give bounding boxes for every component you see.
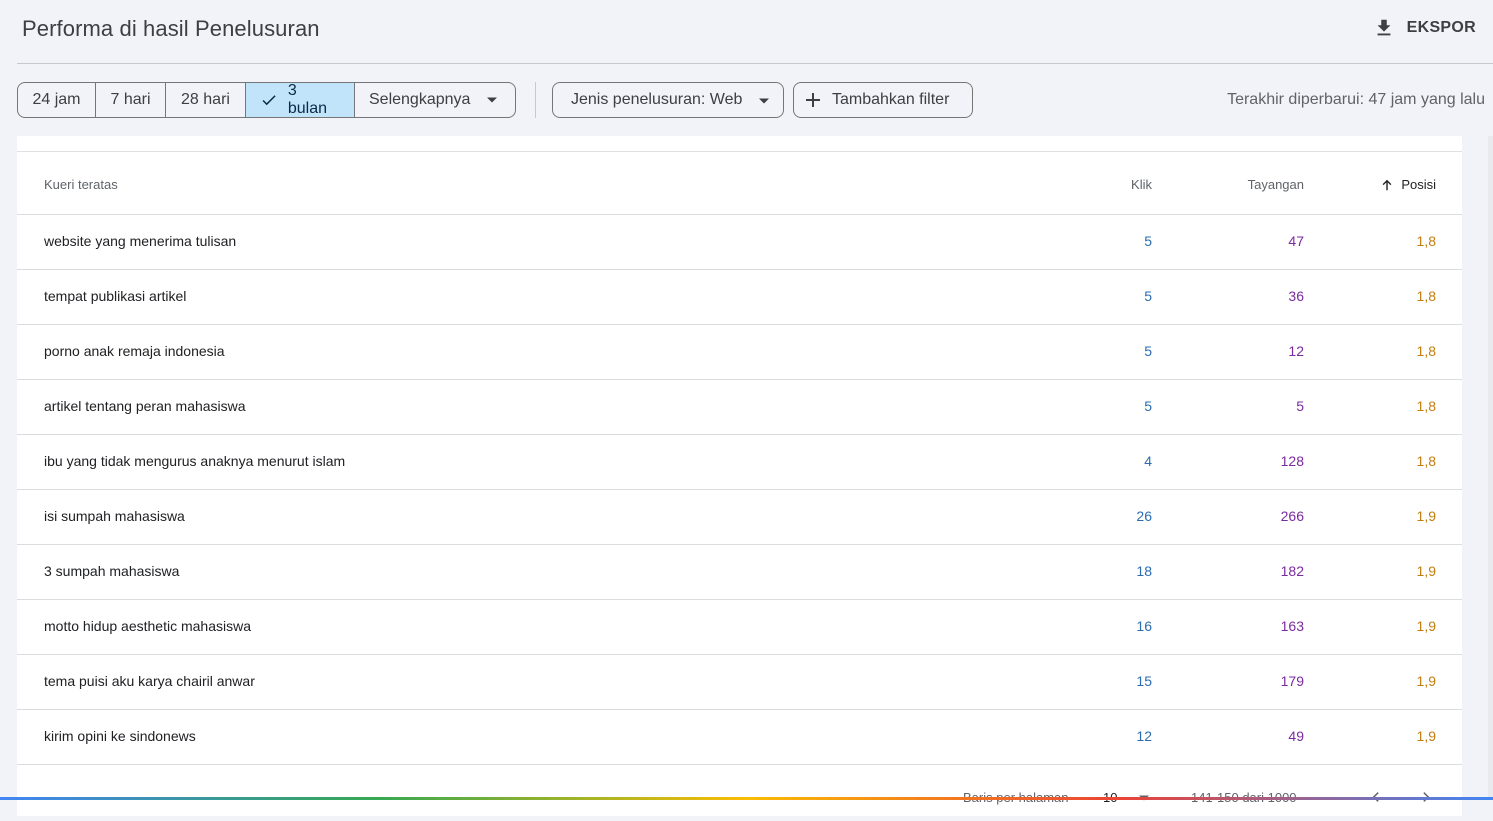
impressions-cell: 182 bbox=[1280, 563, 1304, 579]
position-cell: 1,8 bbox=[1416, 453, 1436, 469]
table-row[interactable]: kirim opini ke sindonews 12 49 1,9 bbox=[17, 710, 1462, 765]
page-title: Performa di hasil Penelusuran bbox=[22, 16, 320, 41]
impressions-cell: 49 bbox=[1288, 728, 1304, 744]
page-header: Performa di hasil Penelusuran EKSPOR bbox=[0, 0, 1493, 63]
clicks-cell: 26 bbox=[1136, 508, 1152, 524]
query-cell: porno anak remaja indonesia bbox=[44, 343, 225, 359]
table-row[interactable]: porno anak remaja indonesia 5 12 1,8 bbox=[17, 325, 1462, 380]
range-24-hours[interactable]: 24 jam bbox=[18, 83, 96, 117]
position-cell: 1,8 bbox=[1416, 288, 1436, 304]
impressions-cell: 5 bbox=[1296, 398, 1304, 414]
add-filter-label: Tambahkan filter bbox=[832, 91, 950, 108]
query-cell: tempat publikasi artikel bbox=[44, 288, 187, 304]
filter-toolbar: 24 jam 7 hari 28 hari 3 bulan Selengkapn… bbox=[17, 82, 1493, 118]
range-label: 7 hari bbox=[110, 91, 151, 108]
table-row[interactable]: tempat publikasi artikel 5 36 1,8 bbox=[17, 270, 1462, 325]
column-header-impressions[interactable]: Tayangan bbox=[1248, 177, 1304, 192]
range-label: 3 bulan bbox=[287, 82, 328, 117]
table-row[interactable]: artikel tentang peran mahasiswa 5 5 1,8 bbox=[17, 380, 1462, 435]
position-cell: 1,9 bbox=[1416, 618, 1436, 634]
impressions-cell: 12 bbox=[1288, 343, 1304, 359]
query-cell: artikel tentang peran mahasiswa bbox=[44, 398, 246, 414]
export-label: EKSPOR bbox=[1406, 19, 1476, 36]
table-row[interactable]: ibu yang tidak mengurus anaknya menurut … bbox=[17, 435, 1462, 490]
column-header-query: Kueri teratas bbox=[44, 177, 118, 192]
clicks-cell: 15 bbox=[1136, 673, 1152, 689]
position-cell: 1,9 bbox=[1416, 673, 1436, 689]
range-label: 28 hari bbox=[181, 91, 230, 108]
download-icon bbox=[1377, 19, 1391, 36]
query-cell: website yang menerima tulisan bbox=[44, 233, 237, 249]
query-cell: ibu yang tidak mengurus anaknya menurut … bbox=[44, 453, 346, 469]
queries-table-card: Kueri teratas Klik Tayangan Posisi websi… bbox=[17, 136, 1462, 816]
toolbar-separator bbox=[535, 82, 536, 118]
position-cell: 1,9 bbox=[1416, 563, 1436, 579]
range-more-dropdown[interactable]: Selengkapnya bbox=[355, 83, 515, 117]
column-header-position-label: Posisi bbox=[1401, 177, 1436, 192]
pagination-bar: Baris per halaman 10 141-150 dari 1000 bbox=[17, 781, 1462, 821]
range-label: Selengkapnya bbox=[369, 91, 471, 108]
impressions-cell: 128 bbox=[1280, 453, 1304, 469]
position-cell: 1,9 bbox=[1416, 728, 1436, 744]
impressions-cell: 163 bbox=[1280, 618, 1304, 634]
column-header-position[interactable]: Posisi bbox=[1380, 177, 1436, 192]
impressions-cell: 179 bbox=[1280, 673, 1304, 689]
clicks-cell: 16 bbox=[1136, 618, 1152, 634]
clicks-cell: 5 bbox=[1144, 343, 1152, 359]
position-cell: 1,8 bbox=[1416, 343, 1436, 359]
query-cell: tema puisi aku karya chairil anwar bbox=[44, 673, 255, 689]
clicks-cell: 4 bbox=[1144, 453, 1152, 469]
table-header: Kueri teratas Klik Tayangan Posisi bbox=[17, 152, 1462, 215]
clicks-cell: 5 bbox=[1144, 233, 1152, 249]
header-divider bbox=[17, 63, 1493, 64]
search-type-dropdown[interactable]: Jenis penelusuran: Web bbox=[552, 82, 784, 118]
arrow-up-icon bbox=[1382, 179, 1392, 190]
range-3-months[interactable]: 3 bulan bbox=[246, 83, 355, 117]
query-cell: 3 sumpah mahasiswa bbox=[44, 563, 180, 579]
table-row[interactable]: website yang menerima tulisan 5 47 1,8 bbox=[17, 215, 1462, 270]
table-row[interactable]: 3 sumpah mahasiswa 18 182 1,9 bbox=[17, 545, 1462, 600]
query-cell: isi sumpah mahasiswa bbox=[44, 508, 185, 524]
scrollbar-track[interactable] bbox=[1488, 136, 1493, 800]
impressions-cell: 47 bbox=[1288, 233, 1304, 249]
table-row[interactable]: motto hidup aesthetic mahasiswa 16 163 1… bbox=[17, 600, 1462, 655]
position-cell: 1,9 bbox=[1416, 508, 1436, 524]
last-updated-text: Terakhir diperbarui: 47 jam yang lalu bbox=[1227, 91, 1485, 108]
range-7-days[interactable]: 7 hari bbox=[96, 83, 166, 117]
table-row[interactable]: tema puisi aku karya chairil anwar 15 17… bbox=[17, 655, 1462, 710]
export-button[interactable]: EKSPOR bbox=[1373, 14, 1476, 42]
plus-icon bbox=[806, 93, 820, 107]
check-icon bbox=[262, 95, 276, 106]
clicks-cell: 18 bbox=[1136, 563, 1152, 579]
table-row[interactable]: isi sumpah mahasiswa 26 266 1,9 bbox=[17, 490, 1462, 545]
add-filter-button[interactable]: Tambahkan filter bbox=[793, 82, 973, 118]
range-label: 24 jam bbox=[32, 91, 81, 108]
caret-down-icon bbox=[759, 98, 769, 104]
caret-down-icon bbox=[487, 97, 498, 103]
range-28-days[interactable]: 28 hari bbox=[166, 83, 246, 117]
position-cell: 1,8 bbox=[1416, 398, 1436, 414]
date-range-selector: 24 jam 7 hari 28 hari 3 bulan Selengkapn… bbox=[17, 82, 516, 118]
query-cell: kirim opini ke sindonews bbox=[44, 728, 196, 744]
column-header-clicks[interactable]: Klik bbox=[1131, 177, 1152, 192]
impressions-cell: 266 bbox=[1280, 508, 1304, 524]
search-type-label: Jenis penelusuran: Web bbox=[571, 91, 743, 108]
position-cell: 1,8 bbox=[1416, 233, 1436, 249]
impressions-cell: 36 bbox=[1288, 288, 1304, 304]
query-cell: motto hidup aesthetic mahasiswa bbox=[44, 618, 251, 634]
clicks-cell: 5 bbox=[1144, 288, 1152, 304]
clicks-cell: 5 bbox=[1144, 398, 1152, 414]
clicks-cell: 12 bbox=[1136, 728, 1152, 744]
